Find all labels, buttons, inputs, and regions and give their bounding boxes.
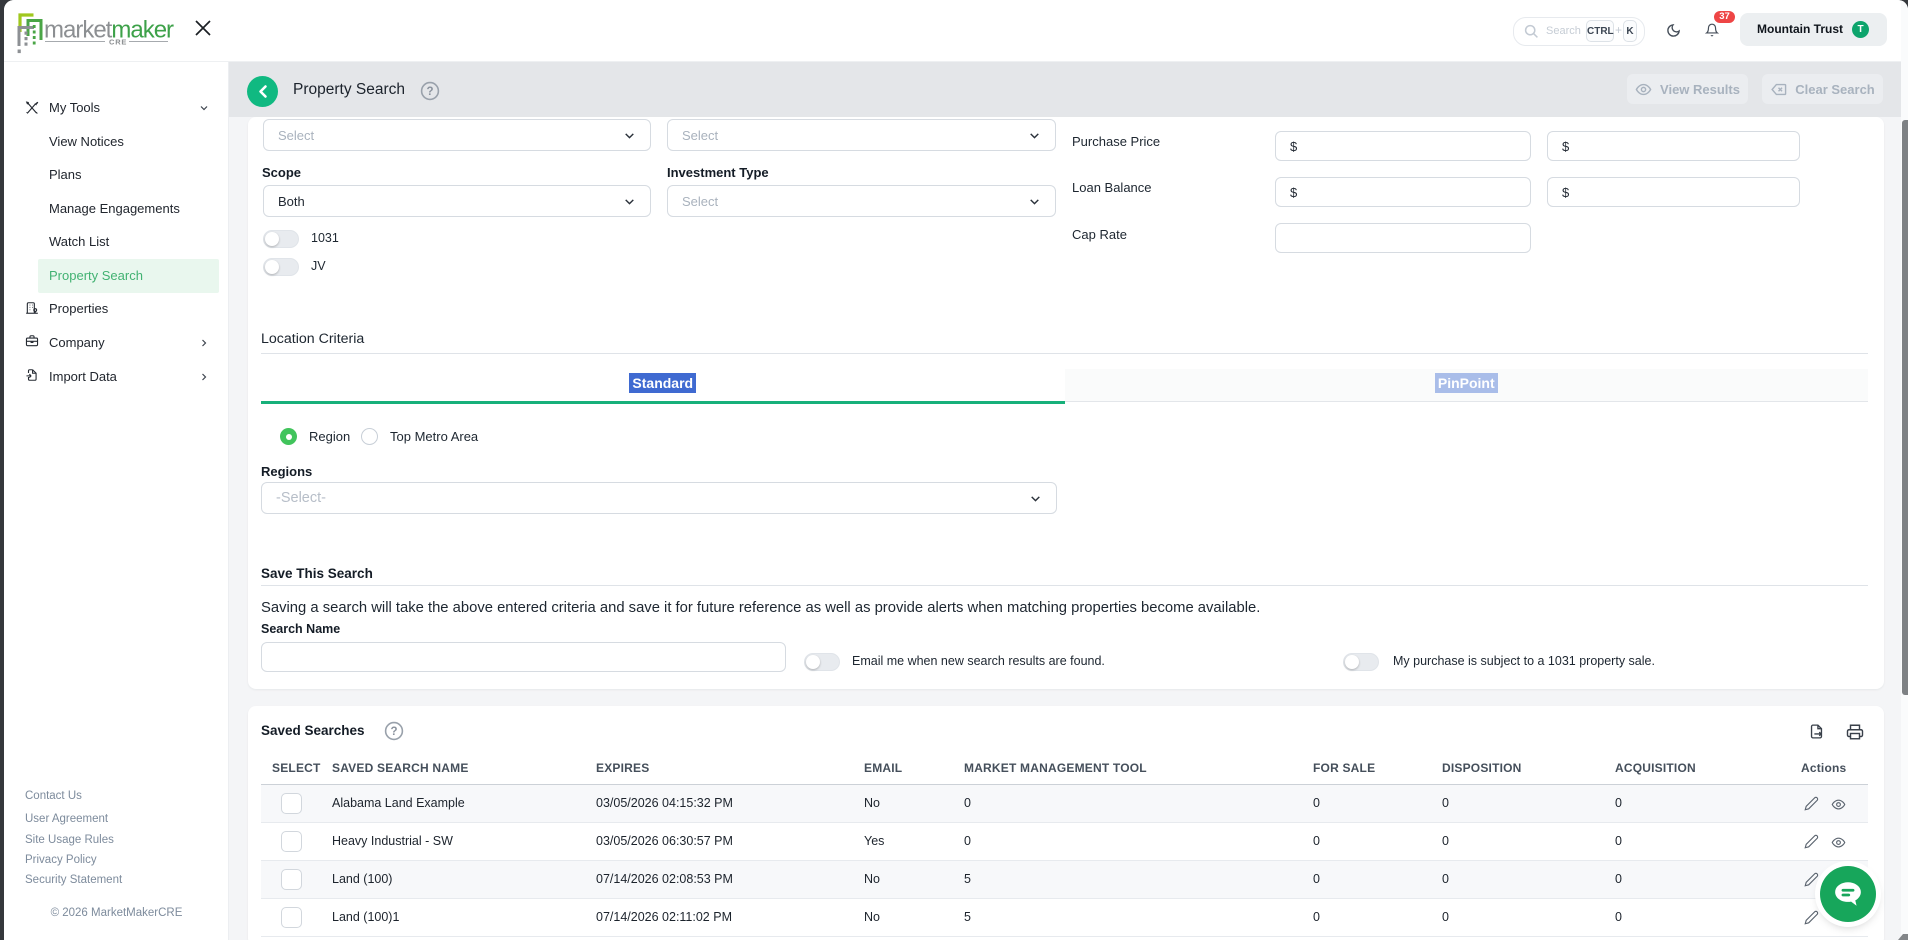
svg-text:?: ? [426, 86, 433, 98]
svg-text:CRE: CRE [109, 38, 127, 47]
svg-text:?: ? [390, 726, 397, 738]
